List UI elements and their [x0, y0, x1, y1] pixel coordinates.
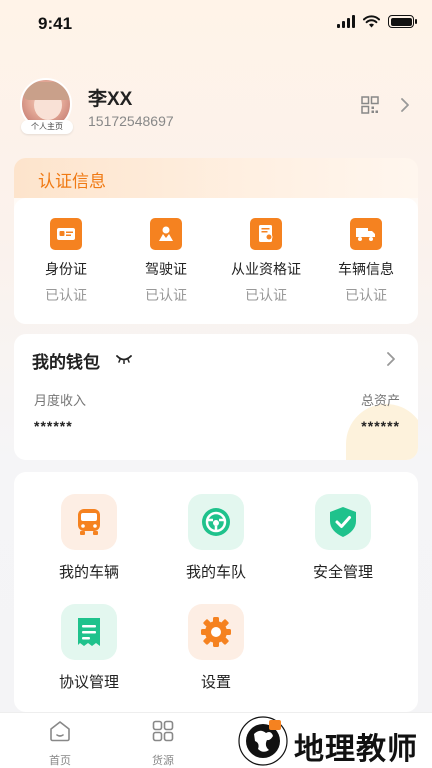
- status-bar: 9:41: [0, 0, 432, 48]
- tab-home[interactable]: 首页: [30, 719, 90, 768]
- cert-status: 已认证: [245, 287, 287, 303]
- feature-label: 我的车队: [185, 564, 246, 581]
- user-name: 李XX: [88, 89, 133, 110]
- features-card: 我的车辆 我的车队 安全管理 协议管理 设置: [14, 472, 418, 712]
- globe-logo-icon: [238, 716, 288, 766]
- feature-settings[interactable]: 设置: [151, 604, 281, 692]
- cert-label: 从业资格证: [231, 261, 301, 277]
- feature-label: 协议管理: [58, 674, 119, 691]
- grid-icon: [152, 720, 174, 742]
- wifi-icon: [363, 15, 380, 28]
- cert-label: 驾驶证: [145, 261, 187, 277]
- cert-item-driver-license[interactable]: 驾驶证 已认证: [116, 218, 216, 305]
- cert-status: 已认证: [145, 287, 187, 303]
- feature-my-fleet[interactable]: 我的车队: [151, 494, 281, 582]
- certification-title: 认证信息: [38, 172, 106, 191]
- qr-code-icon[interactable]: [361, 96, 379, 114]
- feature-agreement-management[interactable]: 协议管理: [24, 604, 154, 692]
- wallet-card[interactable]: 我的钱包 月度收入 总资产 ****** ******: [14, 334, 418, 460]
- steering-wheel-icon: [188, 494, 244, 550]
- battery-icon: [388, 15, 417, 28]
- certification-card: 认证信息 身份证 已认证 驾驶证 已认证 从业资格证 已认证 车辆信息 已认证: [14, 158, 418, 324]
- profile-chevron-right-icon[interactable]: [400, 98, 410, 112]
- tab-cargo-source[interactable]: 货源: [133, 719, 193, 768]
- total-assets-label: 总资产: [360, 393, 400, 408]
- certification-body: 身份证 已认证 驾驶证 已认证 从业资格证 已认证 车辆信息 已认证: [14, 198, 418, 324]
- cert-item-id-card[interactable]: 身份证 已认证: [16, 218, 116, 305]
- cert-label: 身份证: [45, 261, 87, 277]
- shield-check-icon: [315, 494, 371, 550]
- feature-label: 我的车辆: [58, 564, 119, 581]
- total-assets-value: ******: [361, 418, 400, 434]
- cert-status: 已认证: [45, 287, 87, 303]
- monthly-income-label: 月度收入: [34, 393, 87, 408]
- cert-label: 车辆信息: [338, 261, 394, 277]
- tab-label: 首页: [49, 755, 71, 767]
- monthly-income-value: ******: [34, 418, 73, 434]
- cert-status: 已认证: [345, 287, 387, 303]
- gear-icon: [188, 604, 244, 660]
- home-icon: [50, 721, 70, 742]
- cert-item-vehicle[interactable]: 车辆信息 已认证: [316, 218, 416, 305]
- wallet-chevron-right-icon[interactable]: [386, 352, 396, 366]
- truck-icon: [350, 218, 382, 250]
- feature-my-vehicles[interactable]: 我的车辆: [24, 494, 154, 582]
- status-icons: [337, 15, 417, 28]
- id-card-icon: [50, 218, 82, 250]
- wallet-title: 我的钱包: [32, 353, 100, 372]
- avatar[interactable]: 个人主页: [20, 78, 74, 136]
- feature-label: 安全管理: [312, 564, 373, 581]
- feature-safety-management[interactable]: 安全管理: [278, 494, 408, 582]
- watermark-text: 地理教师: [294, 732, 418, 767]
- bus-icon: [61, 494, 117, 550]
- feature-label: 设置: [200, 674, 231, 691]
- certification-header: 认证信息: [14, 158, 418, 198]
- eye-closed-icon[interactable]: [116, 354, 132, 364]
- user-phone: 15172548697: [88, 113, 174, 129]
- tab-label: 货源: [152, 755, 174, 767]
- cert-item-qualification[interactable]: 从业资格证 已认证: [216, 218, 316, 305]
- document-icon: [61, 604, 117, 660]
- status-time: 9:41: [38, 14, 73, 33]
- driver-license-icon: [150, 218, 182, 250]
- watermark: 地理教师: [236, 716, 432, 768]
- cellular-signal-icon: [337, 15, 355, 28]
- profile-homepage-badge[interactable]: 个人主页: [21, 120, 73, 134]
- qualification-cert-icon: [250, 218, 282, 250]
